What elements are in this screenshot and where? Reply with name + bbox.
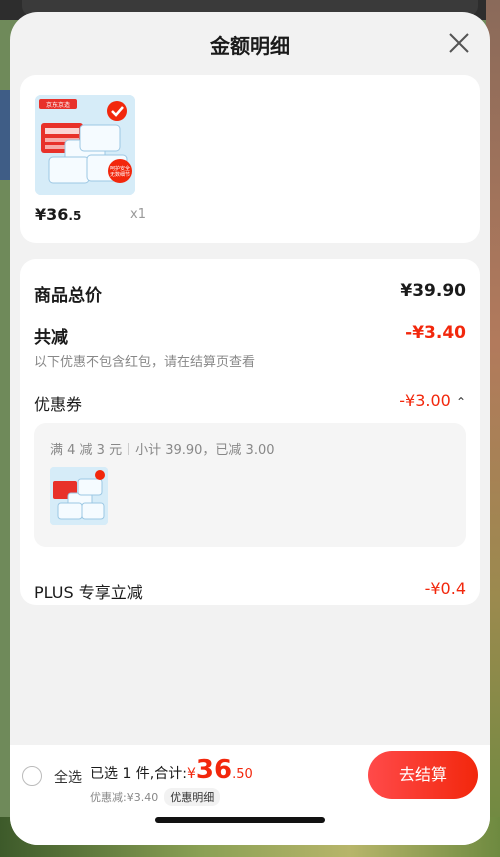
coupon-label: 优惠券 <box>34 395 83 414</box>
product-image[interactable]: 京东京造 呵护安全 无数细节 <box>35 95 135 195</box>
plus-discount-label: PLUS 专享立减 <box>34 583 143 602</box>
sheet-title: 金额明细 <box>210 34 290 58</box>
coupon-summary: 小计 39.90，已减 3.00 <box>135 443 275 458</box>
coupon-detail-box: 满 4 减 3 元小计 39.90，已减 3.00 <box>34 423 466 547</box>
svg-text:京东京造: 京东京造 <box>46 101 70 109</box>
checkout-bar: 全选 已选 1 件,合计:¥36.50 优惠减:¥3.40 优惠明细 去结算 <box>10 745 490 845</box>
coupon-rule: 满 4 减 3 元 <box>50 443 123 458</box>
product-price-symbol: ¥ <box>35 205 47 224</box>
total-line: 已选 1 件,合计:¥36.50 <box>90 755 253 785</box>
coupon-product-image[interactable] <box>50 467 108 525</box>
coupon-value: -¥3.00 <box>399 391 451 410</box>
wet-wipes-thumbnail <box>50 467 108 525</box>
divider <box>128 443 130 455</box>
coupon-text: 满 4 减 3 元小计 39.90，已减 3.00 <box>50 439 275 458</box>
product-price-dec: .5 <box>68 209 82 223</box>
svg-text:无数细节: 无数细节 <box>110 171 130 178</box>
total-price-value: ¥39.90 <box>400 281 466 301</box>
total-reduction-label: 共减 <box>34 328 68 348</box>
wet-wipes-image: 京东京造 呵护安全 无数细节 <box>35 95 135 195</box>
price-detail-card: 商品总价 ¥39.90 共减 -¥3.40 以下优惠不包含红包，请在结算页查看 … <box>20 259 480 605</box>
close-icon <box>449 33 469 53</box>
total-currency: ¥ <box>186 766 196 782</box>
plus-discount-value: -¥0.4 <box>424 579 466 598</box>
product-price-int: 36 <box>46 205 69 224</box>
product-card: 京东京造 呵护安全 无数细节 ¥36.5 x1 <box>20 75 480 243</box>
reduction-note: 以下优惠不包含红包，请在结算页查看 <box>34 355 256 370</box>
discount-detail-tag[interactable]: 优惠明细 <box>164 788 221 806</box>
discount-line: 优惠减:¥3.40 优惠明细 <box>90 788 221 806</box>
product-price: ¥36.5 <box>35 205 81 224</box>
total-reduction-value: -¥3.40 <box>405 323 466 343</box>
discount-text: 优惠减:¥3.40 <box>90 791 159 804</box>
amount-detail-sheet: 金额明细 京东京造 呵护安全 无数细节 ¥36.5 x1 商品总价 ¥39.90… <box>10 12 490 845</box>
total-amount-dec: .50 <box>232 767 253 782</box>
chevron-up-icon: ⌃ <box>455 395 466 409</box>
total-amount-int: 36 <box>195 755 233 785</box>
sheet-header: 金额明细 <box>10 12 490 74</box>
selected-count-text: 已选 1 件,合计: <box>90 766 187 782</box>
coupon-toggle[interactable]: -¥3.00 ⌃ <box>399 391 466 410</box>
total-price-label: 商品总价 <box>34 286 102 306</box>
product-quantity: x1 <box>130 207 146 222</box>
select-all-label[interactable]: 全选 <box>54 767 82 787</box>
home-indicator <box>155 817 325 823</box>
select-all-checkbox[interactable] <box>22 766 42 786</box>
checkout-button[interactable]: 去结算 <box>368 751 478 799</box>
svg-text:呵护安全: 呵护安全 <box>110 165 130 172</box>
close-button[interactable] <box>448 32 470 54</box>
